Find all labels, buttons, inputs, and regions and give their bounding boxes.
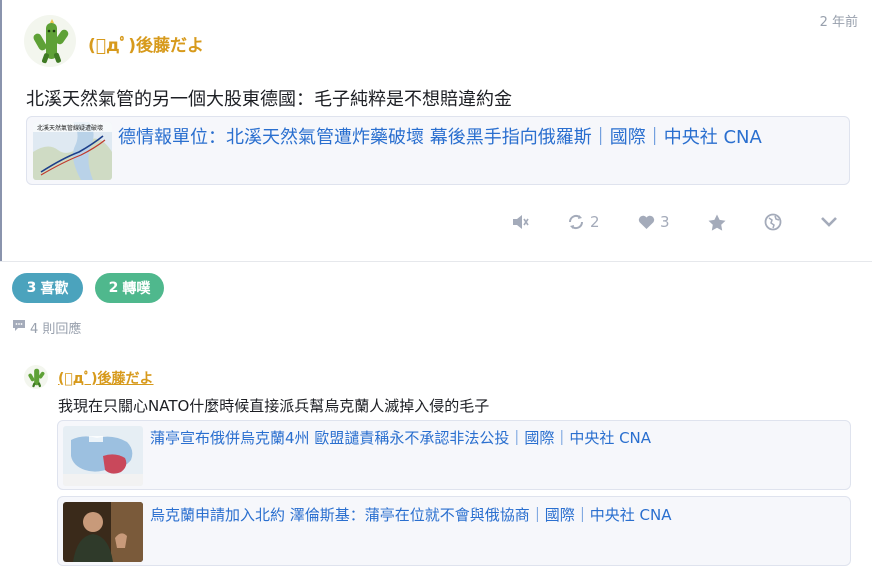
plurk-post: (ﾟдﾟ)後藤だよ 2 年前 北溪天然氣管的另一個大股東德國：毛子純粹是不想賠違… [0, 0, 872, 262]
link-thumbnail: 北溪天然氣管線疑遭破壞 [33, 122, 112, 180]
likes-label: 喜歡 [40, 281, 69, 297]
post-content: 北溪天然氣管的另一個大股東德國：毛子純粹是不想賠違約金 [26, 89, 512, 110]
globe-button[interactable] [764, 206, 782, 238]
globe-icon [764, 213, 782, 231]
link-thumbnail [63, 426, 143, 486]
like-button[interactable]: 3 [638, 206, 670, 238]
likes-badge[interactable]: 3 喜歡 [12, 273, 83, 303]
reposts-count: 2 [108, 280, 119, 296]
repost-count: 2 [590, 213, 600, 231]
reply-link-card[interactable]: 烏克蘭申請加入北約 澤倫斯基：蒲亭在位就不會與俄協商｜國際｜中央社 CNA [57, 496, 851, 566]
cactus-avatar[interactable] [24, 15, 76, 67]
favorite-button[interactable] [708, 206, 726, 238]
star-icon [708, 214, 726, 231]
reply-author-name[interactable]: (ﾟдﾟ)後藤だよ [58, 368, 154, 388]
speaker-mute-icon [512, 214, 529, 230]
reply-link-card[interactable]: 蒲亭宣布俄併烏克蘭4州 歐盟譴責稱永不承認非法公投｜國際｜中央社 CNA [57, 420, 851, 490]
more-button[interactable] [820, 206, 838, 238]
repost-arrows-icon [567, 214, 585, 230]
like-count: 3 [660, 213, 670, 231]
replies-count[interactable]: 4 則回應 [12, 318, 81, 337]
reposts-label: 轉噗 [122, 281, 151, 297]
replies-count-label: 4 則回應 [30, 322, 82, 337]
post-actions: 2 3 [0, 206, 872, 238]
link-preview-card[interactable]: 北溪天然氣管線疑遭破壞 德情報單位：北溪天然氣管遭炸藥破壞 幕後黑手指向俄羅斯｜… [26, 116, 850, 185]
repost-button[interactable]: 2 [567, 206, 600, 238]
link-title[interactable]: 德情報單位：北溪天然氣管遭炸藥破壞 幕後黑手指向俄羅斯｜國際｜中央社 CNA [118, 123, 762, 149]
post-author-name[interactable]: (ﾟдﾟ)後藤だよ [88, 31, 204, 56]
reposts-badge[interactable]: 2 轉噗 [95, 273, 164, 303]
reply-cactus-avatar[interactable] [24, 365, 48, 389]
likes-count: 3 [26, 280, 37, 296]
link-title[interactable]: 蒲亭宣布俄併烏克蘭4州 歐盟譴責稱永不承認非法公投｜國際｜中央社 CNA [150, 427, 651, 448]
post-timestamp: 2 年前 [819, 15, 858, 30]
reply-content: 我現在只關心NATO什麼時候直接派兵幫烏克蘭人滅掉入侵的毛子 [58, 397, 490, 415]
link-thumbnail [63, 502, 143, 562]
mute-button[interactable] [512, 206, 529, 238]
thumb-caption: 北溪天然氣管線疑遭破壞 [37, 124, 103, 132]
chevron-down-icon [820, 216, 838, 228]
speech-bubble-icon [12, 319, 26, 336]
link-title[interactable]: 烏克蘭申請加入北約 澤倫斯基：蒲亭在位就不會與俄協商｜國際｜中央社 CNA [150, 504, 672, 525]
heart-icon [638, 215, 655, 230]
